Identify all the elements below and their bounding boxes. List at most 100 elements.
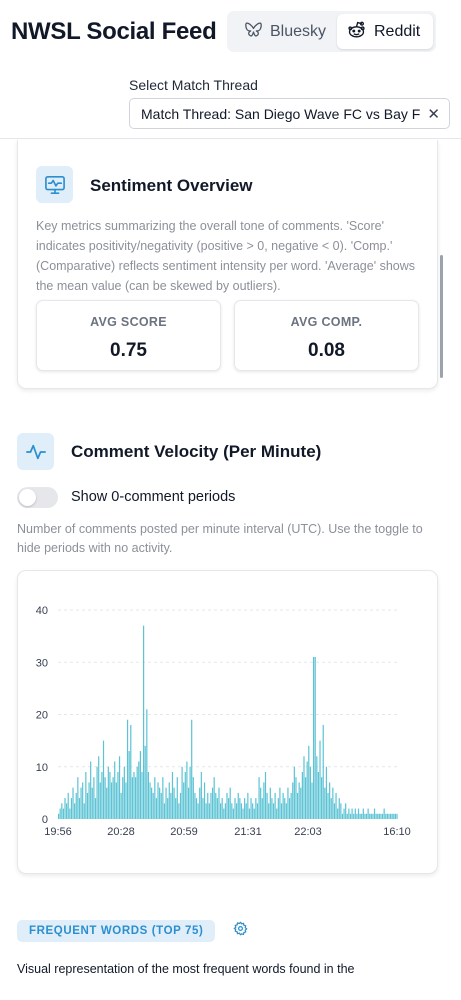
velocity-bar[interactable] bbox=[255, 798, 257, 819]
velocity-bar[interactable] bbox=[314, 657, 316, 819]
velocity-bar[interactable] bbox=[134, 777, 137, 819]
velocity-bar[interactable] bbox=[102, 740, 105, 820]
velocity-bar[interactable] bbox=[203, 782, 206, 819]
velocity-bar[interactable] bbox=[66, 803, 68, 819]
velocity-bar[interactable] bbox=[83, 803, 85, 819]
velocity-bar[interactable] bbox=[101, 771, 103, 819]
velocity-bar[interactable] bbox=[279, 787, 281, 819]
velocity-bar[interactable] bbox=[329, 782, 331, 819]
velocity-bar[interactable] bbox=[356, 813, 358, 819]
velocity-bar[interactable] bbox=[109, 771, 111, 819]
velocity-bar[interactable] bbox=[221, 798, 223, 819]
velocity-bar[interactable] bbox=[256, 803, 259, 819]
velocity-bar[interactable] bbox=[367, 808, 369, 819]
velocity-bar[interactable] bbox=[248, 808, 251, 819]
velocity-bar[interactable] bbox=[202, 798, 204, 819]
velocity-bar[interactable] bbox=[313, 657, 315, 819]
velocity-bar[interactable] bbox=[90, 761, 92, 819]
velocity-bar[interactable] bbox=[224, 803, 226, 819]
velocity-bar[interactable] bbox=[149, 782, 151, 819]
velocity-bar[interactable] bbox=[341, 813, 344, 819]
velocity-bar[interactable] bbox=[130, 724, 132, 819]
velocity-bar[interactable] bbox=[269, 787, 271, 819]
zero-periods-toggle[interactable] bbox=[17, 487, 58, 508]
velocity-bar[interactable] bbox=[118, 756, 121, 819]
velocity-bar[interactable] bbox=[333, 803, 336, 819]
velocity-bar[interactable] bbox=[335, 792, 337, 820]
velocity-bar[interactable] bbox=[290, 792, 292, 820]
velocity-bar[interactable] bbox=[114, 761, 116, 819]
velocity-bar[interactable] bbox=[171, 771, 174, 819]
velocity-bar[interactable] bbox=[163, 803, 166, 819]
velocity-bar[interactable] bbox=[298, 782, 300, 819]
platform-bluesky-button[interactable]: Bluesky bbox=[235, 14, 336, 49]
velocity-bar[interactable] bbox=[361, 813, 363, 819]
velocity-bar[interactable] bbox=[377, 813, 379, 819]
velocity-bar[interactable] bbox=[175, 798, 177, 819]
velocity-bar[interactable] bbox=[159, 787, 161, 819]
velocity-bar[interactable] bbox=[300, 787, 302, 819]
velocity-bar[interactable] bbox=[93, 777, 95, 819]
velocity-bar[interactable] bbox=[146, 709, 148, 819]
velocity-bar[interactable] bbox=[346, 813, 348, 819]
velocity-bar[interactable] bbox=[104, 777, 106, 819]
velocity-bar[interactable] bbox=[162, 777, 164, 819]
velocity-bar[interactable] bbox=[325, 766, 328, 819]
velocity-bar[interactable] bbox=[107, 766, 109, 819]
velocity-bar[interactable] bbox=[319, 740, 321, 820]
velocity-bar[interactable] bbox=[86, 792, 89, 820]
velocity-bar[interactable] bbox=[199, 787, 201, 819]
velocity-bar[interactable] bbox=[359, 813, 361, 819]
velocity-bar[interactable] bbox=[216, 798, 218, 819]
velocity-bar[interactable] bbox=[152, 792, 154, 820]
velocity-bar[interactable] bbox=[75, 792, 77, 820]
velocity-bar[interactable] bbox=[147, 771, 150, 819]
velocity-bar[interactable] bbox=[266, 792, 268, 820]
velocity-bar[interactable] bbox=[309, 766, 311, 819]
velocity-bar[interactable] bbox=[122, 777, 124, 819]
velocity-bar[interactable] bbox=[178, 803, 180, 819]
velocity-bar[interactable] bbox=[61, 803, 63, 819]
velocity-bar[interactable] bbox=[240, 803, 243, 819]
velocity-bar[interactable] bbox=[381, 813, 384, 819]
velocity-bar[interactable] bbox=[354, 808, 356, 819]
velocity-bar[interactable] bbox=[194, 792, 196, 820]
velocity-bar[interactable] bbox=[372, 813, 374, 819]
velocity-bar[interactable] bbox=[144, 745, 146, 819]
velocity-bar[interactable] bbox=[208, 803, 210, 819]
velocity-bar[interactable] bbox=[232, 808, 235, 819]
velocity-bar[interactable] bbox=[167, 798, 169, 819]
velocity-bar[interactable] bbox=[72, 787, 74, 819]
velocity-bar[interactable] bbox=[211, 787, 214, 819]
velocity-bar[interactable] bbox=[173, 787, 175, 819]
velocity-bar[interactable] bbox=[58, 813, 60, 819]
velocity-bar[interactable] bbox=[364, 813, 366, 819]
velocity-bar[interactable] bbox=[183, 782, 185, 819]
velocity-bar[interactable] bbox=[348, 808, 350, 819]
velocity-bar[interactable] bbox=[324, 787, 326, 819]
velocity-bar[interactable] bbox=[284, 798, 286, 819]
velocity-bar[interactable] bbox=[260, 787, 262, 819]
velocity-bar[interactable] bbox=[337, 808, 339, 819]
velocity-bar[interactable] bbox=[296, 792, 299, 820]
match-thread-select[interactable]: Match Thread: San Diego Wave FC vs Bay F… bbox=[129, 98, 450, 129]
velocity-bar[interactable] bbox=[112, 777, 114, 819]
velocity-bar[interactable] bbox=[345, 803, 347, 819]
velocity-bar[interactable] bbox=[179, 792, 182, 820]
velocity-bar[interactable] bbox=[343, 808, 345, 819]
platform-reddit-button[interactable]: Reddit bbox=[337, 14, 433, 49]
velocity-bar[interactable] bbox=[253, 808, 255, 819]
velocity-bar[interactable] bbox=[292, 782, 294, 819]
velocity-bar[interactable] bbox=[303, 756, 305, 819]
velocity-bar[interactable] bbox=[357, 808, 360, 819]
velocity-bar[interactable] bbox=[143, 625, 145, 819]
velocity-bar[interactable] bbox=[330, 798, 332, 819]
velocity-bar[interactable] bbox=[80, 787, 82, 819]
velocity-bar[interactable] bbox=[154, 777, 156, 819]
velocity-bar[interactable] bbox=[306, 761, 308, 819]
velocity-bar[interactable] bbox=[170, 792, 172, 820]
velocity-bar[interactable] bbox=[228, 798, 230, 819]
velocity-bar[interactable] bbox=[117, 771, 119, 819]
velocity-bar[interactable] bbox=[349, 813, 352, 819]
velocity-bar[interactable] bbox=[229, 787, 231, 819]
